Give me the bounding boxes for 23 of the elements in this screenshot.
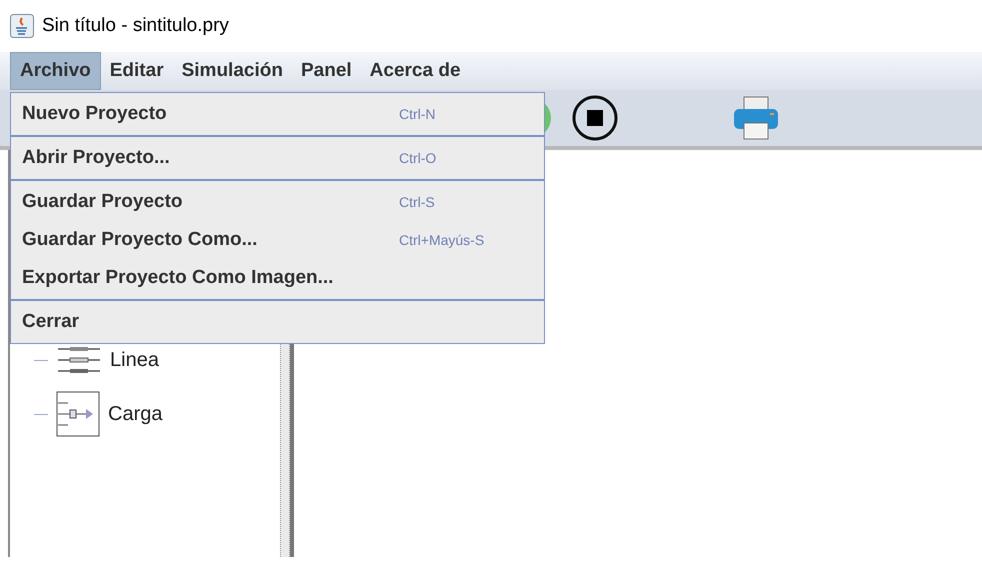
printer-icon[interactable] bbox=[732, 95, 780, 141]
shortcut-label: Ctrl-O bbox=[399, 148, 436, 168]
menu-title[interactable]: Editar bbox=[100, 52, 173, 90]
menu-item[interactable]: Guardar Proyecto Ctrl-S bbox=[11, 183, 544, 221]
menu-title[interactable]: Panel bbox=[292, 52, 361, 90]
java-app-icon bbox=[10, 14, 34, 38]
menu-item[interactable]: Exportar Proyecto Como Imagen... bbox=[11, 259, 544, 297]
menu-item[interactable]: Guardar Proyecto Como... Ctrl+Mayús-S bbox=[11, 221, 544, 259]
tree-item-label[interactable]: Carga bbox=[108, 399, 162, 429]
menu-item[interactable]: Nuevo Proyecto Ctrl-N bbox=[11, 95, 544, 133]
menu-title[interactable]: Archivo bbox=[10, 52, 101, 90]
shortcut-label: Ctrl-N bbox=[399, 104, 436, 124]
load-component-icon bbox=[56, 391, 100, 437]
stop-button-icon[interactable] bbox=[572, 95, 618, 141]
menu-item[interactable]: Abrir Proyecto... Ctrl-O bbox=[11, 139, 544, 177]
menu-title[interactable]: Simulación bbox=[172, 52, 292, 90]
line-component-icon bbox=[56, 345, 102, 375]
shortcut-label: Ctrl-S bbox=[399, 192, 435, 212]
menu-item[interactable]: Cerrar bbox=[11, 303, 544, 341]
tree-item-label[interactable]: Linea bbox=[110, 345, 159, 375]
window-title: Sin título - sintitulo.pry bbox=[42, 14, 229, 38]
shortcut-label: Ctrl+Mayús-S bbox=[399, 230, 484, 250]
menu-title[interactable]: Acerca de bbox=[360, 52, 470, 90]
